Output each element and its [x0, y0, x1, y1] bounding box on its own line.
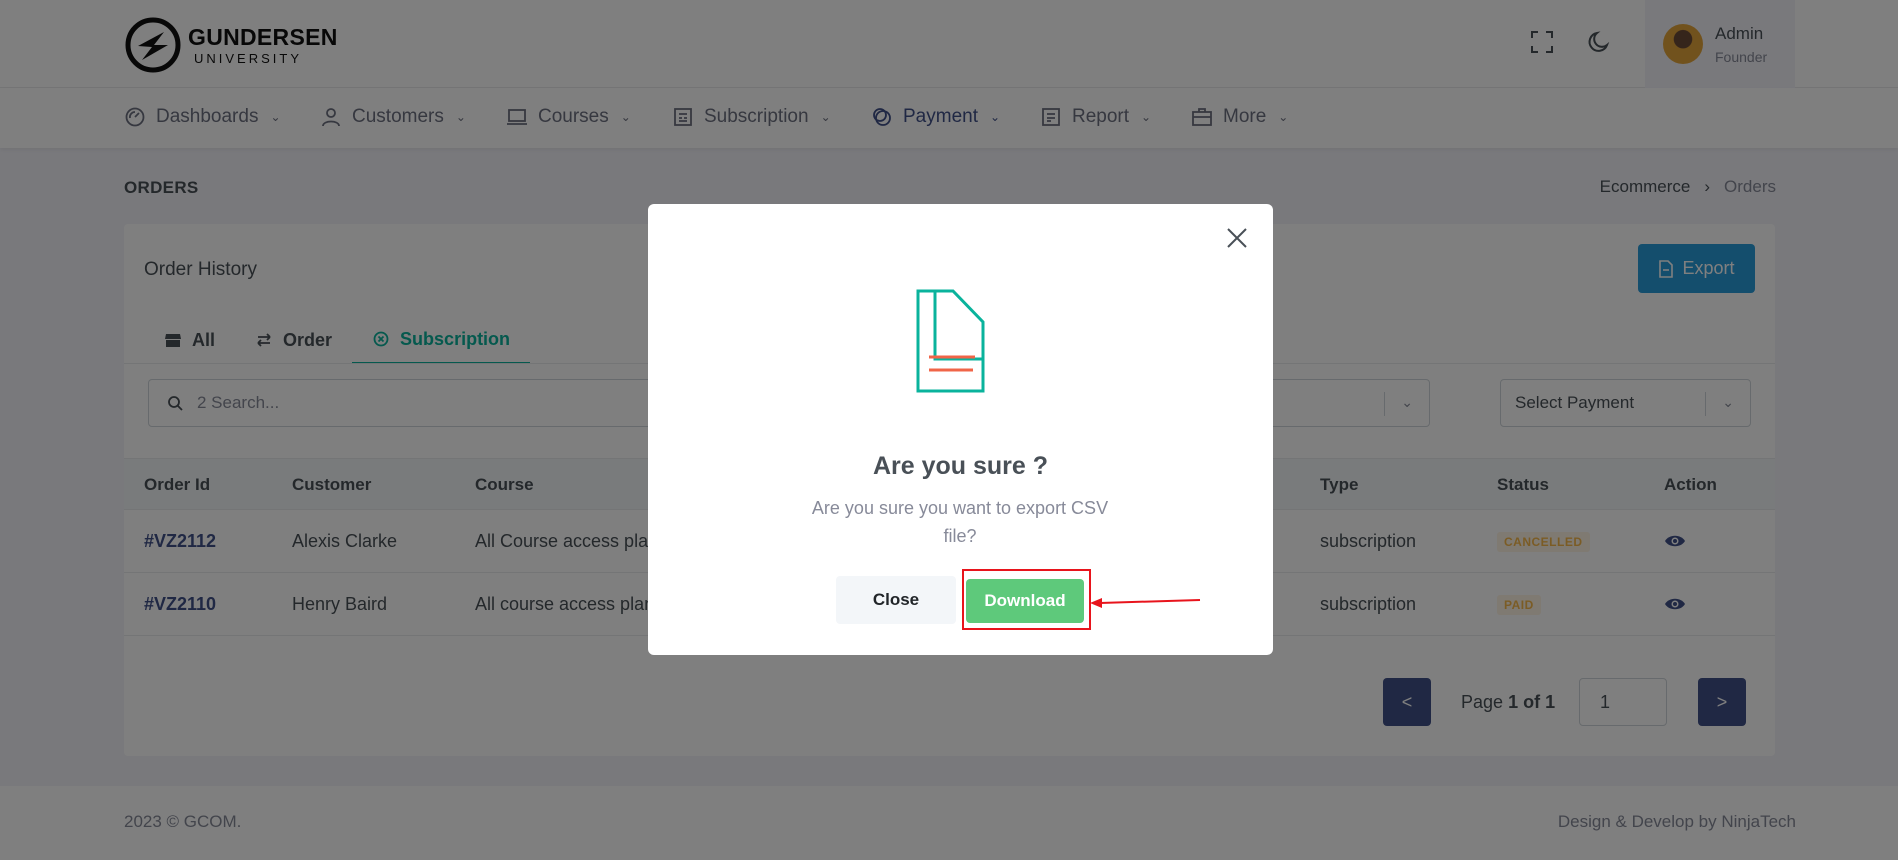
close-icon[interactable]	[1223, 224, 1251, 252]
highlight-box	[962, 569, 1091, 630]
document-icon	[916, 289, 985, 393]
close-button[interactable]: Close	[836, 576, 956, 624]
export-confirm-modal: Are you sure ? Are you sure you want to …	[648, 204, 1273, 655]
modal-message: Are you sure you want to export CSV file…	[811, 498, 1109, 546]
modal-title: Are you sure ?	[872, 452, 1049, 480]
arrow-icon	[1090, 598, 1201, 608]
